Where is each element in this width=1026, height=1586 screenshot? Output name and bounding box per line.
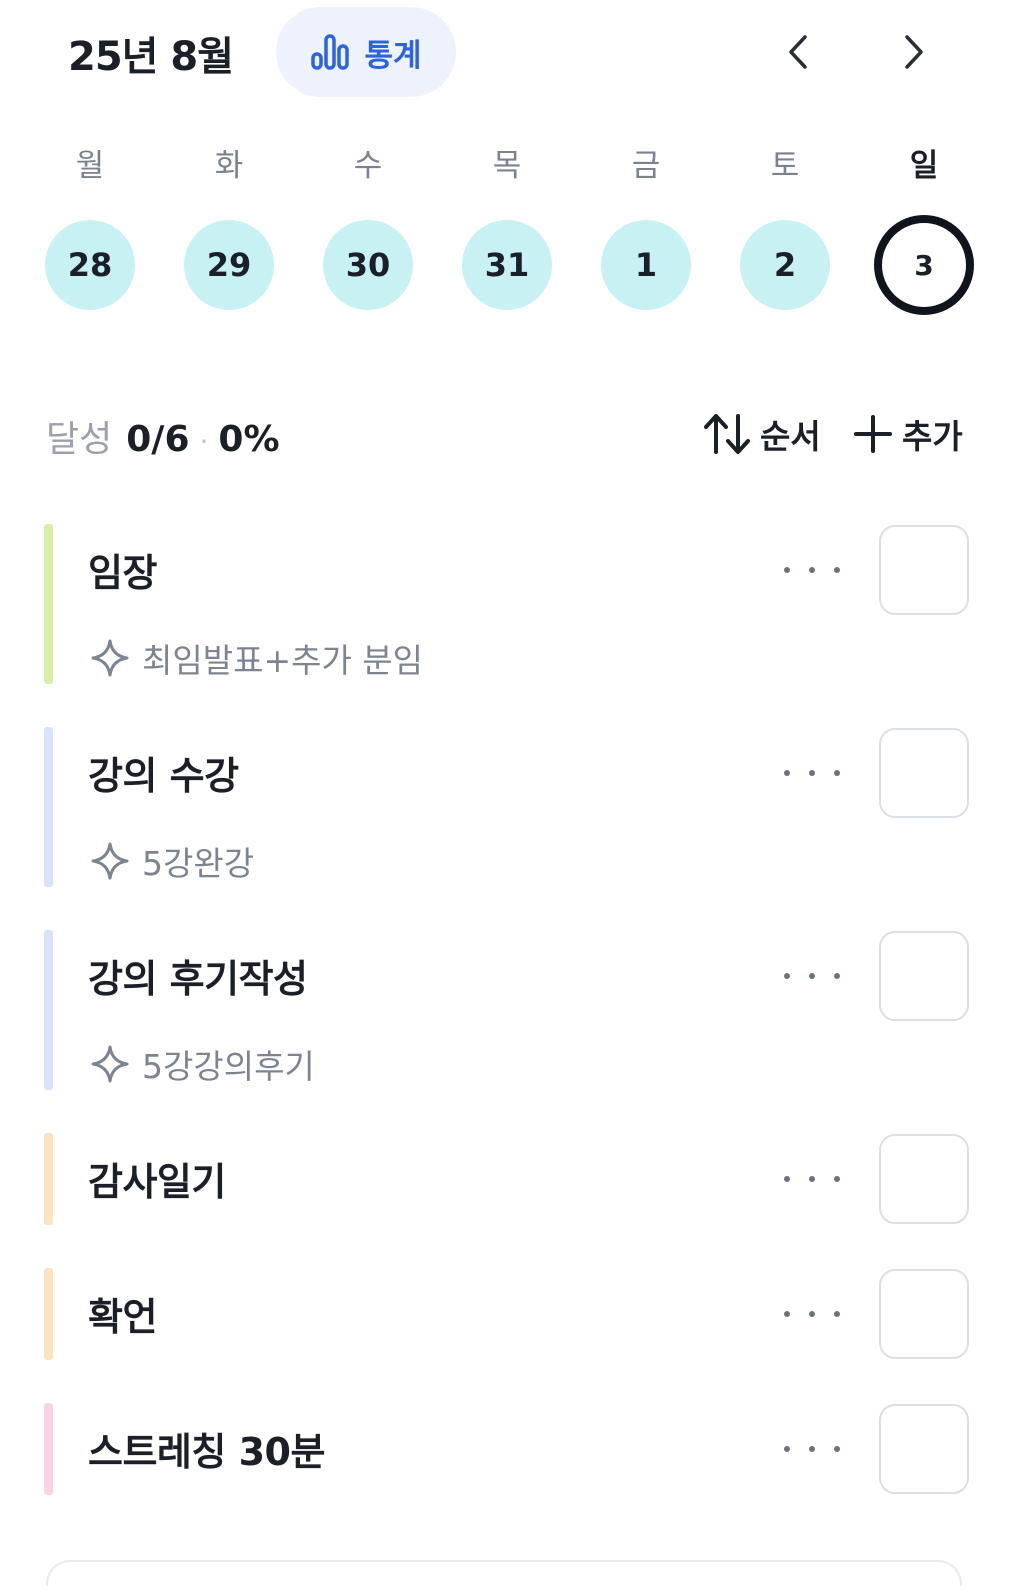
habit-row[interactable]: 확언: [44, 1268, 984, 1360]
habit-goal-text: 최임발표+추가 분임: [142, 641, 424, 680]
habit-tracker-screen: 25년 8월 통계 월 화 수 목 금 토 일 28 29 30 31 1 2 …: [0, 0, 1026, 1586]
plus-icon: [854, 415, 892, 453]
bar-chart-icon: [311, 34, 350, 70]
habit-checkbox[interactable]: [879, 1134, 969, 1224]
stats-button[interactable]: 통계: [276, 7, 456, 97]
achievement-label: 달성: [46, 419, 113, 460]
weekday-label: 화: [214, 148, 244, 184]
habit-goal: 최임발표+추가 분임: [90, 634, 423, 682]
habit-color-bar: [44, 1403, 53, 1495]
sort-order-label: 순서: [760, 417, 821, 456]
habit-checkbox[interactable]: [879, 1269, 969, 1359]
more-options-button[interactable]: [784, 550, 840, 590]
achievement-percent: 0%: [218, 419, 280, 460]
month-title: 25년 8월: [68, 34, 234, 80]
habit-checkbox[interactable]: [879, 931, 969, 1021]
habit-row[interactable]: 임장 최임발표+추가 분임: [44, 524, 984, 684]
more-options-button[interactable]: [784, 1294, 840, 1334]
weekday-label: 월: [75, 148, 105, 184]
habit-checkbox[interactable]: [879, 525, 969, 615]
next-week-button[interactable]: [892, 30, 936, 74]
add-habit-label: 추가: [902, 417, 963, 456]
habit-checkbox[interactable]: [879, 728, 969, 818]
habit-title: 확언: [88, 1295, 157, 1339]
habit-title: 강의 후기작성: [88, 957, 308, 1001]
more-options-button[interactable]: [784, 1159, 840, 1199]
habit-title: 강의 수강: [88, 754, 239, 798]
day-button[interactable]: 29: [184, 220, 274, 310]
previous-week-button[interactable]: [776, 30, 820, 74]
sparkle-icon: [91, 639, 129, 677]
habit-title: 감사일기: [88, 1160, 226, 1204]
more-options-button[interactable]: [784, 753, 840, 793]
weekday-label: 수: [353, 148, 383, 184]
habit-title: 스트레칭 30분: [88, 1430, 325, 1474]
sparkle-icon: [91, 1045, 129, 1083]
habit-checkbox[interactable]: [879, 1404, 969, 1494]
weekday-label: 토: [770, 148, 800, 184]
achievement-summary: 달성 0/6 · 0%: [46, 410, 280, 462]
stats-button-label: 통계: [364, 37, 422, 74]
day-button[interactable]: 28: [45, 220, 135, 310]
habit-row[interactable]: 강의 수강 5강완강: [44, 727, 984, 887]
bottom-card-edge: [46, 1560, 962, 1586]
chevron-right-icon: [905, 35, 923, 69]
habit-goal-text: 5강완강: [142, 844, 255, 883]
habit-title: 임장: [88, 551, 157, 595]
habit-color-bar: [44, 727, 53, 887]
habit-row[interactable]: 강의 후기작성 5강강의후기: [44, 930, 984, 1090]
habit-goal-text: 5강강의후기: [142, 1047, 315, 1086]
weekday-label-today: 일: [909, 148, 939, 184]
day-button-selected[interactable]: 3: [874, 215, 974, 315]
more-options-button[interactable]: [784, 956, 840, 996]
habit-goal: 5강강의후기: [90, 1040, 315, 1088]
sort-arrows-icon: [704, 414, 750, 454]
habit-color-bar: [44, 1268, 53, 1360]
chevron-left-icon: [789, 35, 807, 69]
sparkle-icon: [91, 842, 129, 880]
day-button[interactable]: 2: [740, 220, 830, 310]
habit-color-bar: [44, 524, 53, 684]
habit-row[interactable]: 감사일기: [44, 1133, 984, 1225]
more-options-button[interactable]: [784, 1429, 840, 1469]
day-button[interactable]: 30: [323, 220, 413, 310]
weekday-label: 금: [631, 148, 661, 184]
day-button[interactable]: 1: [601, 220, 691, 310]
weekday-label: 목: [492, 148, 522, 184]
achievement-count: 0/6: [126, 419, 190, 460]
add-habit-button[interactable]: 추가: [852, 408, 963, 460]
habit-color-bar: [44, 1133, 53, 1225]
day-button[interactable]: 31: [462, 220, 552, 310]
sort-order-button[interactable]: 순서: [702, 408, 821, 460]
habit-row[interactable]: 스트레칭 30분: [44, 1403, 984, 1495]
habit-color-bar: [44, 930, 53, 1090]
summary-separator: ·: [199, 425, 209, 458]
habit-goal: 5강완강: [90, 837, 254, 885]
